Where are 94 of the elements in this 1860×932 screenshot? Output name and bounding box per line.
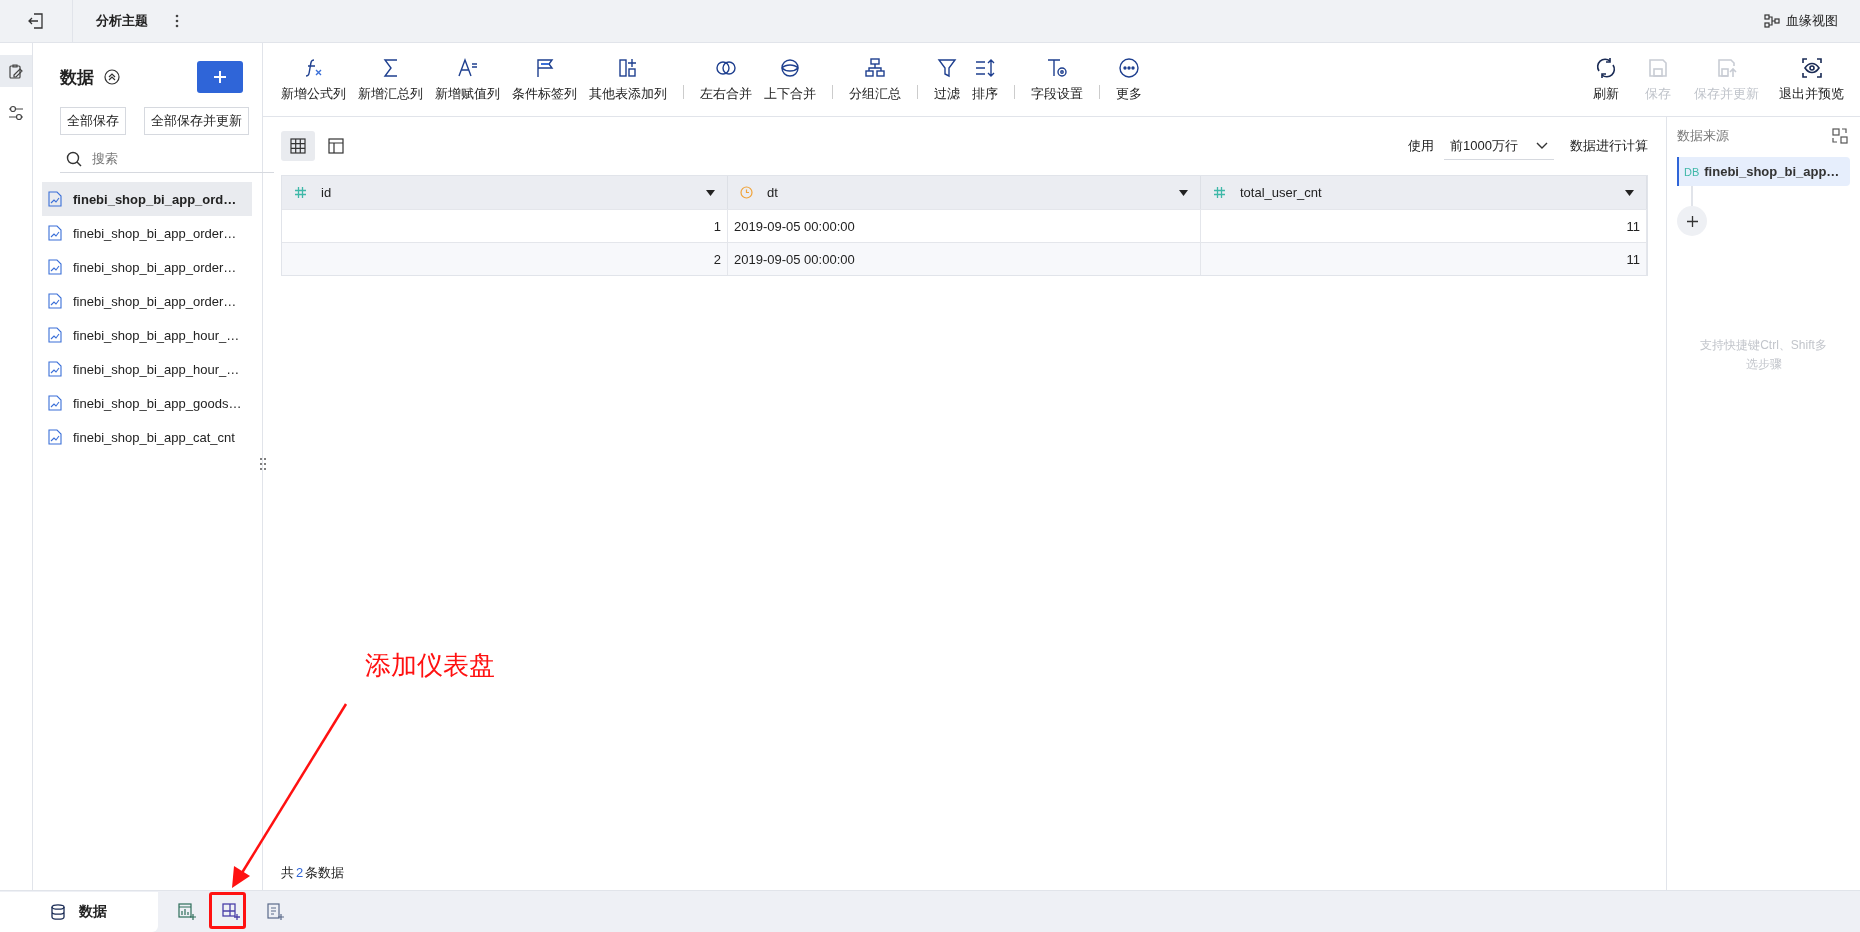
table-list-item[interactable]: finebi_shop_bi_app_hour_…	[42, 352, 252, 386]
collapse-icon[interactable]	[104, 69, 120, 85]
chart-file-icon	[48, 361, 62, 377]
plus-icon	[1686, 215, 1698, 227]
grid-icon	[290, 138, 306, 154]
annotation-text: 添加仪表盘	[365, 649, 495, 682]
edit-data-tab[interactable]	[0, 55, 32, 87]
table-list-item[interactable]: finebi_shop_bi_app_order…	[42, 250, 252, 284]
hash-icon	[294, 186, 307, 199]
more-icon[interactable]	[175, 14, 179, 28]
hash-icon	[1213, 186, 1226, 199]
assign-icon	[456, 56, 479, 79]
add-button[interactable]	[197, 61, 243, 93]
grid-view-button[interactable]	[281, 131, 315, 161]
layout-icon	[328, 138, 344, 154]
column-header[interactable]: total_user_cnt	[1201, 176, 1647, 209]
table-list-item[interactable]: finebi_shop_bi_app_goods…	[42, 386, 252, 420]
preview-icon	[1800, 56, 1823, 79]
table-cell: 2019-09-05 00:00:00	[728, 242, 1201, 275]
column-name: dt	[767, 185, 779, 200]
column-name: total_user_cnt	[1240, 185, 1323, 200]
row-limit-label: 使用	[1408, 137, 1435, 155]
lineage-icon	[1764, 14, 1780, 28]
save-icon	[1647, 56, 1669, 79]
column-header[interactable]: dt	[728, 176, 1201, 209]
data-tab[interactable]: 数据	[0, 892, 158, 932]
chart-file-icon	[48, 259, 62, 275]
clipboard-edit-icon	[8, 63, 24, 79]
chart-file-icon	[48, 191, 62, 207]
row-count-text: 共2条数据	[281, 864, 346, 882]
exit-icon[interactable]	[27, 12, 45, 30]
lineage-view-button[interactable]: 血缘视图	[1764, 12, 1838, 30]
add-report-icon	[266, 903, 284, 921]
save-update-icon	[1715, 56, 1738, 79]
plus-icon	[213, 70, 227, 84]
toolbar-button[interactable]: 排序	[966, 56, 1004, 103]
save-all-button[interactable]: 全部保存	[60, 107, 126, 135]
toolbar-action-button[interactable]: 退出并预览	[1769, 56, 1854, 103]
toolbar-button[interactable]: 左右合并	[694, 56, 758, 103]
database-icon	[51, 904, 65, 920]
panel-title: 数据来源	[1677, 127, 1729, 145]
dropdown-caret-icon[interactable]	[1179, 189, 1188, 196]
add-dashboard-icon	[222, 903, 240, 921]
chart-file-icon	[48, 327, 62, 343]
refresh-icon	[1595, 56, 1617, 79]
toolbar-button[interactable]: 更多	[1110, 56, 1148, 103]
panel-title: 数据	[60, 66, 94, 89]
group-icon	[864, 56, 886, 79]
save-all-button[interactable]: 全部保存并更新	[144, 107, 249, 135]
toolbar-action-button[interactable]: 刷新	[1580, 56, 1632, 103]
toolbar-button[interactable]: 条件标签列	[506, 56, 583, 103]
more-icon	[1118, 56, 1140, 79]
chart-file-icon	[48, 293, 62, 309]
toolbar-button[interactable]: 上下合并	[758, 56, 822, 103]
toolbar-button[interactable]: 新增赋值列	[429, 56, 506, 103]
table-list-item[interactable]: finebi_shop_bi_app_order…	[42, 216, 252, 250]
toolbar-button[interactable]: 新增公式列	[275, 56, 352, 103]
db-label: DB	[1684, 165, 1700, 178]
table-cell: 2	[282, 242, 728, 275]
chart-file-icon	[48, 429, 62, 445]
toolbar-button[interactable]: 分组汇总	[843, 56, 907, 103]
toolbar-button[interactable]: 其他表添加列	[583, 56, 673, 103]
search-icon	[66, 151, 82, 167]
table-cell: 11	[1201, 242, 1647, 275]
chevron-down-icon	[1536, 141, 1548, 150]
dropdown-caret-icon[interactable]	[1625, 189, 1634, 196]
table-list-item[interactable]: finebi_shop_bi_app_cat_cnt	[42, 420, 252, 454]
toolbar-button[interactable]: 过滤	[928, 56, 966, 103]
column-header[interactable]: id	[282, 176, 728, 209]
add-step-button[interactable]	[1677, 206, 1707, 236]
topic-title: 分析主题	[96, 12, 148, 30]
swap-icon[interactable]	[1832, 128, 1848, 144]
add-column-icon	[617, 56, 639, 79]
chart-file-icon	[48, 395, 62, 411]
annotation-highlight-box	[209, 892, 246, 929]
data-source-item[interactable]: DB finebi_shop_bi_app…	[1677, 157, 1850, 186]
table-list-item[interactable]: finebi_shop_bi_app_hour_…	[42, 318, 252, 352]
resize-handle-icon[interactable]	[260, 457, 266, 471]
column-name: id	[321, 185, 333, 200]
filter-icon	[936, 56, 958, 79]
row-limit-label: 数据进行计算	[1570, 137, 1648, 155]
table-list-item[interactable]: finebi_shop_bi_app_order…	[42, 284, 252, 318]
toolbar-button[interactable]: 新增汇总列	[352, 56, 429, 103]
sliders-icon	[8, 105, 24, 121]
toolbar-button[interactable]: 字段设置	[1025, 56, 1089, 103]
dropdown-caret-icon[interactable]	[706, 189, 715, 196]
table-list-item[interactable]: finebi_shop_bi_app_ord…	[42, 182, 252, 216]
row-limit-dropdown[interactable]: 前1000万行	[1444, 132, 1554, 160]
add-chart-icon	[178, 903, 196, 921]
search-field[interactable]: 搜索	[60, 145, 274, 173]
merge-ud-icon	[779, 56, 801, 79]
field-settings-icon	[1046, 56, 1068, 79]
clock-icon	[740, 186, 753, 199]
chart-file-icon	[48, 225, 62, 241]
